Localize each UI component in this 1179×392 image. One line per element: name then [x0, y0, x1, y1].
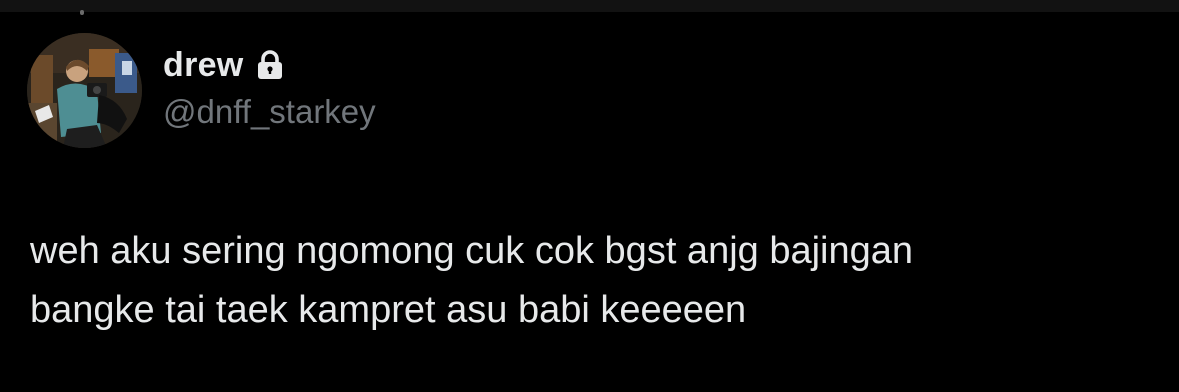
name-row: drew: [163, 43, 376, 87]
tweet-text: weh aku sering ngomong cuk cok bgst anjg…: [30, 230, 914, 331]
tweet-card[interactable]: drew @dnff_starkey weh aku sering ngomon…: [0, 0, 1179, 392]
avatar[interactable]: [27, 33, 142, 148]
avatar-photo: [27, 33, 142, 148]
display-name[interactable]: drew: [163, 46, 244, 85]
user-info[interactable]: drew @dnff_starkey: [163, 43, 376, 131]
user-handle[interactable]: @dnff_starkey: [163, 93, 376, 131]
lock-icon: [256, 50, 284, 80]
